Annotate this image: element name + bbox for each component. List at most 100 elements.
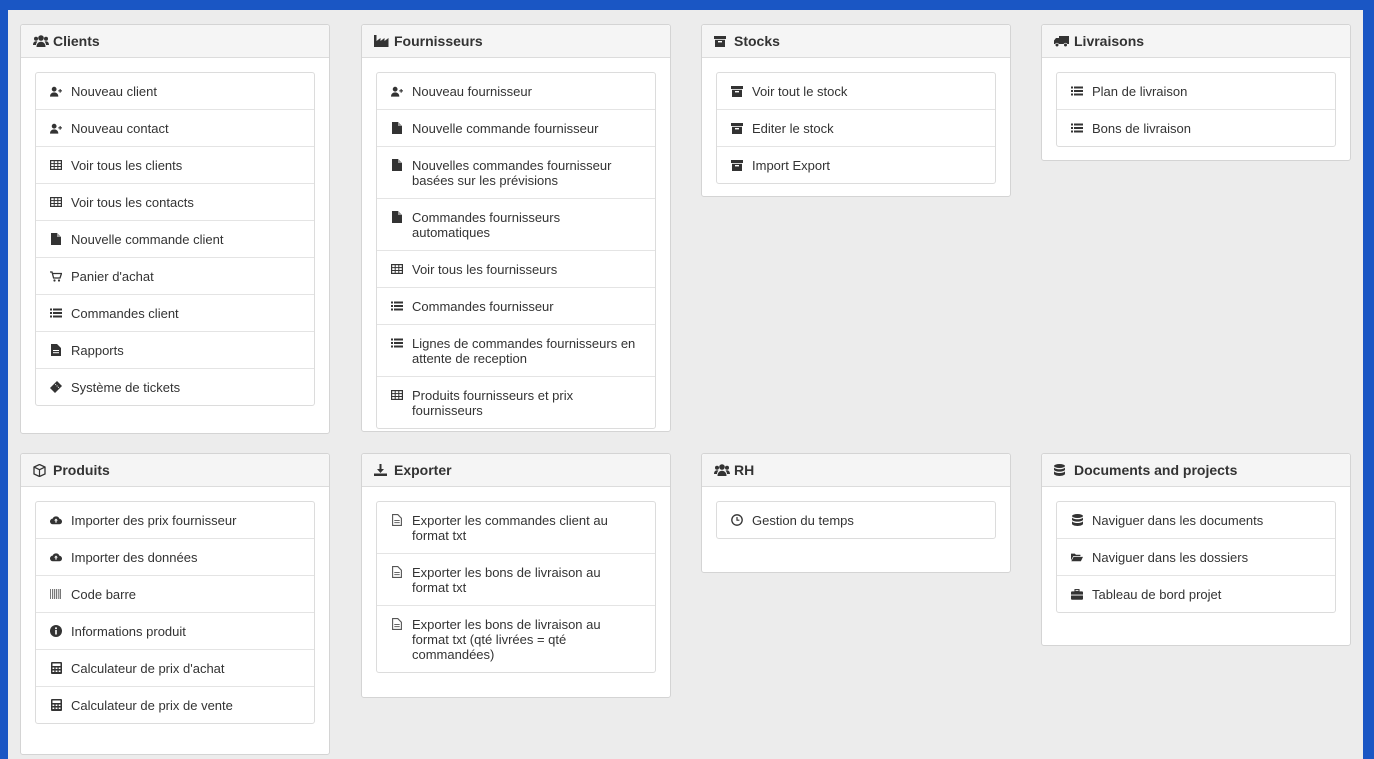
panel-fournisseurs-header: Fournisseurs [362,25,670,58]
cube-icon [33,463,49,477]
menu-item-exporter-1[interactable]: Exporter les commandes client au format … [377,502,655,553]
menu-item-label: Voir tous les fournisseurs [412,262,558,277]
menu-item-label: Voir tout le stock [752,84,848,99]
menu-item-clients-8[interactable]: Rapports [36,331,314,368]
menu-item-label: Tableau de bord projet [1092,587,1222,602]
cloud-upload-icon [50,513,62,527]
clients-list: Nouveau client Nouveau contact Voir tous l… [35,72,315,406]
menu-item-fournisseurs-1[interactable]: Nouveau fournisseur [377,73,655,109]
menu-item-label: Produits fournisseurs et prix fournisseu… [412,388,574,418]
panel-title: Stocks [734,33,780,49]
menu-item-stocks-2[interactable]: Editer le stock [717,109,995,146]
fournisseurs-list: Nouveau fournisseur Nouvelle commande fou… [376,72,656,429]
download-icon [374,464,390,476]
truck-icon [1054,35,1070,47]
user-plus-icon [50,121,62,135]
menu-item-label: Commandes fournisseur [412,299,554,314]
exporter-list: Exporter les commandes client au format … [376,501,656,673]
panel-clients-header: Clients [21,25,329,58]
calculator-icon [50,698,62,712]
cloud-upload-icon [50,550,62,564]
report-icon [50,343,62,357]
menu-item-fournisseurs-7[interactable]: Lignes de commandes fournisseurs en atte… [377,324,655,376]
menu-item-label: Lignes de commandes fournisseurs en atte… [412,336,636,366]
table-icon [50,195,62,209]
menu-item-produits-6[interactable]: Calculateur de prix de vente [36,686,314,723]
menu-item-exporter-3[interactable]: Exporter les bons de livraison au format… [377,605,655,672]
menu-item-label: Editer le stock [752,121,834,136]
panel-title: Produits [53,462,110,478]
menu-item-fournisseurs-4[interactable]: Commandes fournisseurs automatiques [377,198,655,250]
menu-item-clients-4[interactable]: Voir tous les contacts [36,183,314,220]
panel-rh: RH Gestion du temps [701,453,1011,573]
file-text-icon [391,617,403,631]
menu-item-label: Naviguer dans les dossiers [1092,550,1249,565]
list-icon [391,299,403,313]
panel-fournisseurs: Fournisseurs Nouveau fournisseur Nouvelle… [361,24,671,432]
menu-item-label: Calculateur de prix d'achat [71,661,225,676]
menu-item-fournisseurs-5[interactable]: Voir tous les fournisseurs [377,250,655,287]
menu-item-produits-1[interactable]: Importer des prix fournisseur [36,502,314,538]
file-text-icon [391,513,403,527]
database-icon [1054,464,1070,476]
menu-item-clients-1[interactable]: Nouveau client [36,73,314,109]
menu-item-documents-2[interactable]: Naviguer dans les dossiers [1057,538,1335,575]
menu-item-fournisseurs-6[interactable]: Commandes fournisseur [377,287,655,324]
table-icon [391,388,403,402]
menu-item-clients-6[interactable]: Panier d'achat [36,257,314,294]
panel-produits-header: Produits [21,454,329,487]
menu-item-livraisons-2[interactable]: Bons de livraison [1057,109,1335,146]
menu-item-clients-9[interactable]: Système de tickets [36,368,314,405]
menu-item-rh-1[interactable]: Gestion du temps [717,502,995,538]
menu-item-label: Import Export [752,158,831,173]
menu-item-label: Rapports [71,343,124,358]
file-icon [50,232,62,246]
panel-livraisons-header: Livraisons [1042,25,1350,58]
documents-list: Naviguer dans les documents Naviguer dans… [1056,501,1336,613]
list-icon [391,336,403,350]
panel-title: RH [734,462,755,478]
menu-item-clients-7[interactable]: Commandes client [36,294,314,331]
menu-item-label: Commandes client [71,306,179,321]
menu-item-fournisseurs-3[interactable]: Nouvelles commandes fournisseur basées s… [377,146,655,198]
menu-item-label: Importer des données [71,550,198,565]
menu-item-fournisseurs-2[interactable]: Nouvelle commande fournisseur [377,109,655,146]
menu-item-clients-3[interactable]: Voir tous les clients [36,146,314,183]
list-icon [1071,84,1083,98]
produits-list: Importer des prix fournisseur Importer de… [35,501,315,724]
menu-item-exporter-2[interactable]: Exporter les bons de livraison au format… [377,553,655,605]
panel-rh-header: RH [702,454,1010,487]
users-icon [714,464,730,476]
menu-item-produits-3[interactable]: Code barre [36,575,314,612]
menu-item-produits-2[interactable]: Importer des données [36,538,314,575]
menu-item-stocks-1[interactable]: Voir tout le stock [717,73,995,109]
menu-item-produits-5[interactable]: Calculateur de prix d'achat [36,649,314,686]
file-icon [391,210,403,224]
panel-title: Exporter [394,462,452,478]
menu-item-label: Nouvelle commande fournisseur [412,121,599,136]
menu-item-label: Voir tous les contacts [71,195,194,210]
archive-icon [714,35,730,47]
menu-item-clients-2[interactable]: Nouveau contact [36,109,314,146]
panel-exporter: Exporter Exporter les commandes client a… [361,453,671,698]
menu-item-fournisseurs-8[interactable]: Produits fournisseurs et prix fournisseu… [377,376,655,428]
rh-list: Gestion du temps [716,501,996,539]
menu-item-produits-4[interactable]: Informations produit [36,612,314,649]
archive-icon [731,158,743,172]
menu-item-stocks-3[interactable]: Import Export [717,146,995,183]
livraisons-list: Plan de livraison Bons de livraison [1056,72,1336,147]
panel-title: Fournisseurs [394,33,483,49]
stocks-list: Voir tout le stock Editer le stock Import … [716,72,996,184]
menu-item-label: Nouvelles commandes fournisseur basées s… [412,158,612,188]
menu-item-clients-5[interactable]: Nouvelle commande client [36,220,314,257]
users-icon [33,35,49,47]
panel-title: Clients [53,33,100,49]
menu-item-label: Importer des prix fournisseur [71,513,237,528]
menu-item-livraisons-1[interactable]: Plan de livraison [1057,73,1335,109]
menu-item-documents-1[interactable]: Naviguer dans les documents [1057,502,1335,538]
menu-item-label: Naviguer dans les documents [1092,513,1264,528]
industry-icon [374,35,390,47]
panel-clients: Clients Nouveau client Nouveau contact Voi… [20,24,330,434]
file-text-icon [391,565,403,579]
menu-item-documents-3[interactable]: Tableau de bord projet [1057,575,1335,612]
